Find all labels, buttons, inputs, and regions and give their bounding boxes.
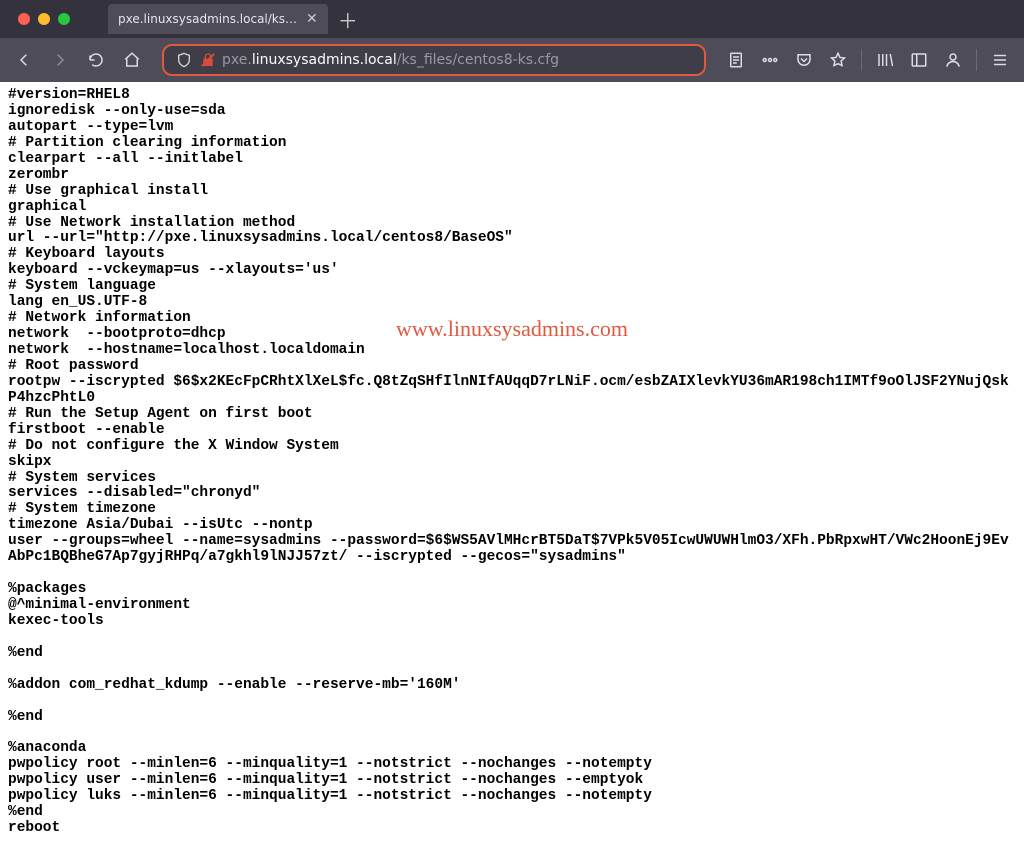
- reader-mode-button[interactable]: [720, 44, 752, 76]
- sidebar-button[interactable]: [903, 44, 935, 76]
- window-controls: [8, 13, 80, 25]
- sidebar-icon: [910, 51, 928, 69]
- forward-button[interactable]: [44, 44, 76, 76]
- menu-button[interactable]: [984, 44, 1016, 76]
- bookmark-button[interactable]: [822, 44, 854, 76]
- tab-strip: pxe.linuxsysadmins.local/ks_files/ce ✕ ＋: [0, 0, 1024, 38]
- account-button[interactable]: [937, 44, 969, 76]
- address-bar[interactable]: pxe.linuxsysadmins.local/ks_files/centos…: [162, 44, 706, 76]
- kickstart-file-text: #version=RHEL8 ignoredisk --only-use=sda…: [8, 88, 1016, 837]
- arrow-right-icon: [51, 51, 69, 69]
- new-tab-button[interactable]: ＋: [328, 4, 368, 34]
- address-subdomain: pxe.: [222, 52, 252, 68]
- address-leading-icons: [170, 52, 222, 68]
- address-path: /ks_files/centos8-ks.cfg: [397, 52, 559, 68]
- pocket-icon: [795, 51, 813, 69]
- library-button[interactable]: [869, 44, 901, 76]
- back-button[interactable]: [8, 44, 40, 76]
- address-host: linuxsysadmins.local: [252, 52, 397, 68]
- page-content: #version=RHEL8 ignoredisk --only-use=sda…: [0, 82, 1024, 843]
- toolbar-right: [720, 44, 1016, 76]
- window-close-button[interactable]: [18, 13, 30, 25]
- navigation-toolbar: pxe.linuxsysadmins.local/ks_files/centos…: [0, 38, 1024, 82]
- close-icon[interactable]: ✕: [306, 11, 318, 27]
- window-minimize-button[interactable]: [38, 13, 50, 25]
- reload-button[interactable]: [80, 44, 112, 76]
- address-text: pxe.linuxsysadmins.local/ks_files/centos…: [222, 52, 698, 68]
- window-zoom-button[interactable]: [58, 13, 70, 25]
- home-icon: [123, 51, 141, 69]
- dots-icon: [761, 51, 779, 69]
- account-icon: [944, 51, 962, 69]
- home-button[interactable]: [116, 44, 148, 76]
- library-icon: [876, 51, 894, 69]
- pocket-button[interactable]: [788, 44, 820, 76]
- shield-icon[interactable]: [176, 52, 192, 68]
- browser-chrome: pxe.linuxsysadmins.local/ks_files/ce ✕ ＋: [0, 0, 1024, 82]
- reader-icon: [727, 51, 745, 69]
- address-bar-container: pxe.linuxsysadmins.local/ks_files/centos…: [162, 44, 706, 76]
- hamburger-icon: [991, 51, 1009, 69]
- tab-active[interactable]: pxe.linuxsysadmins.local/ks_files/ce ✕: [108, 4, 328, 34]
- arrow-left-icon: [15, 51, 33, 69]
- toolbar-separator: [976, 49, 977, 71]
- reload-icon: [87, 51, 105, 69]
- toolbar-separator: [861, 49, 862, 71]
- page-actions-button[interactable]: [754, 44, 786, 76]
- star-icon: [829, 51, 847, 69]
- tab-title: pxe.linuxsysadmins.local/ks_files/ce: [118, 12, 298, 26]
- plus-icon: ＋: [338, 5, 358, 34]
- lock-slash-icon[interactable]: [200, 52, 216, 68]
